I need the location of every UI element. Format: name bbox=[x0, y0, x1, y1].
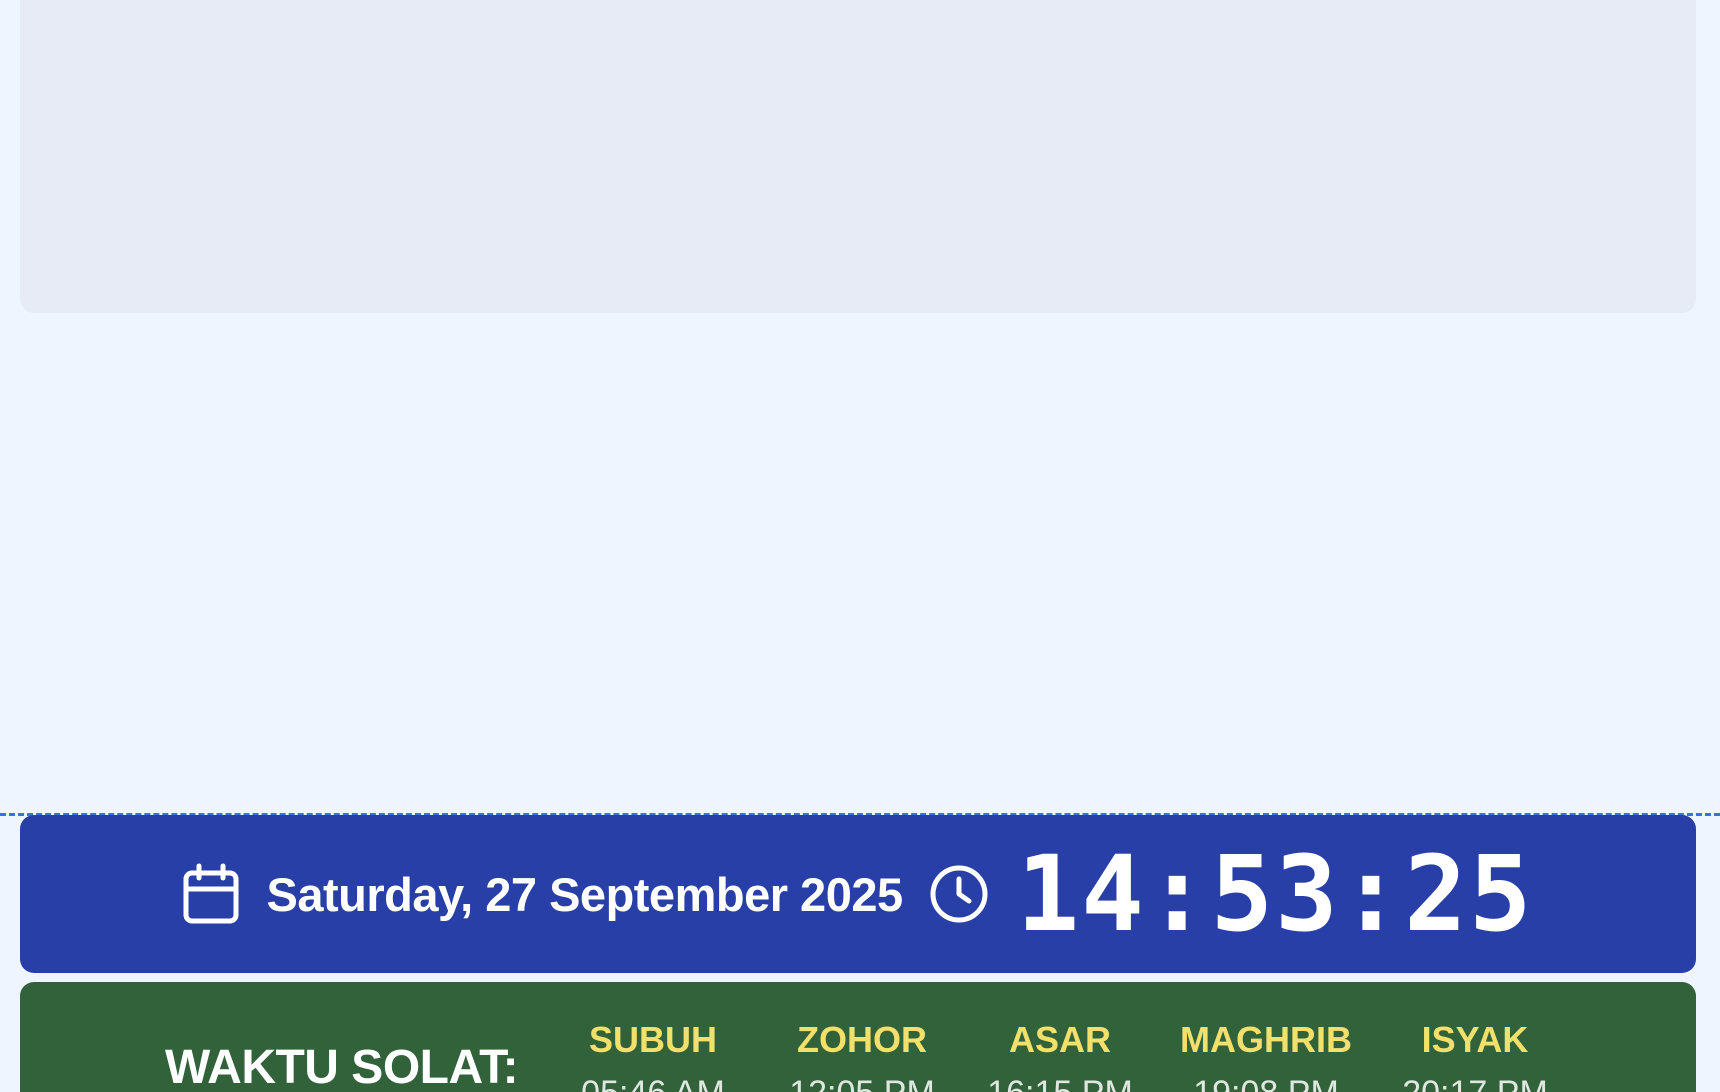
page: Saturday, 27 September 2025 14:53:25 WAK… bbox=[0, 0, 1720, 1092]
date-time-bar: Saturday, 27 September 2025 14:53:25 bbox=[20, 815, 1696, 973]
clock-icon bbox=[929, 864, 989, 924]
prayer-time: 16:15 PM bbox=[955, 1076, 1165, 1092]
prayer-times-bar: WAKTU SOLAT: SUBUH 05:46 AM ZOHOR 12:05 … bbox=[20, 982, 1696, 1092]
content-panel bbox=[20, 0, 1696, 313]
prayer-time: 19:08 PM bbox=[1161, 1076, 1371, 1092]
prayer-zohor: ZOHOR 12:05 PM bbox=[757, 1022, 967, 1092]
prayer-name: SUBUH bbox=[588, 1019, 717, 1060]
prayer-time: 20:17 PM bbox=[1370, 1076, 1580, 1092]
prayer-time: 12:05 PM bbox=[757, 1076, 967, 1092]
current-date: Saturday, 27 September 2025 bbox=[266, 867, 903, 921]
prayer-name: ISYAK bbox=[1421, 1019, 1529, 1060]
prayer-time: 05:46 AM bbox=[548, 1076, 758, 1092]
prayer-maghrib: MAGHRIB 19:08 PM bbox=[1161, 1022, 1371, 1092]
prayer-name: ZOHOR bbox=[797, 1019, 927, 1060]
calendar-icon bbox=[182, 863, 240, 925]
prayer-asar: ASAR 16:15 PM bbox=[955, 1022, 1165, 1092]
prayer-times-heading: WAKTU SOLAT: bbox=[165, 1041, 519, 1092]
prayer-name: MAGHRIB bbox=[1180, 1019, 1352, 1060]
current-time: 14:53:25 bbox=[1016, 833, 1534, 955]
prayer-isyak: ISYAK 20:17 PM bbox=[1370, 1022, 1580, 1092]
prayer-subuh: SUBUH 05:46 AM bbox=[548, 1022, 758, 1092]
prayer-name: ASAR bbox=[1008, 1019, 1111, 1060]
